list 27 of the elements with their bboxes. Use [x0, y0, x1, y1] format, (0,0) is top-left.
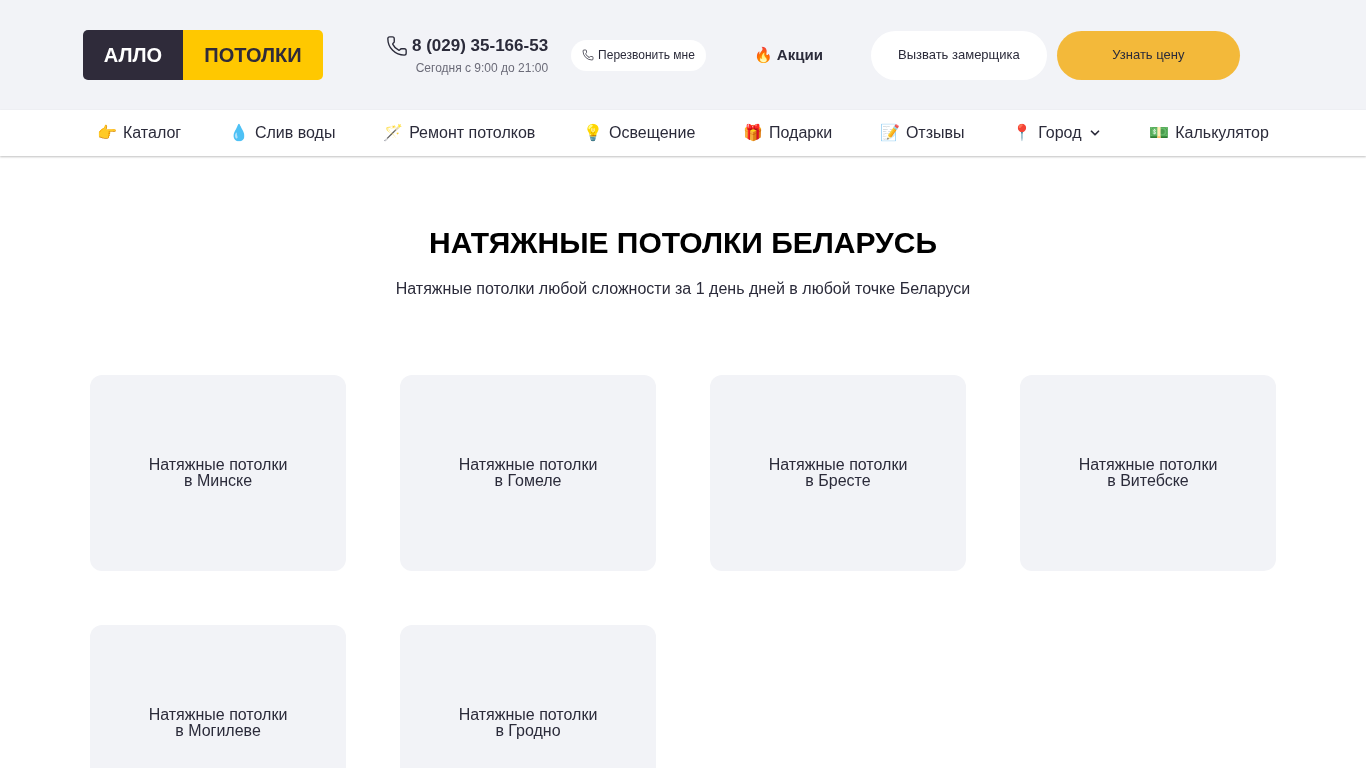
city-card[interactable]: Натяжные потолки в Гродно [400, 625, 656, 768]
nav-link[interactable]: 💵 Калькулятор [1149, 121, 1269, 145]
page-subtitle: Натяжные потолки любой сложности за 1 день дней в любой точке Беларуси [395, 279, 971, 299]
phone-icon [582, 49, 595, 61]
nav-link[interactable]: 👉 Каталог [97, 121, 182, 145]
city-card[interactable]: Натяжные потолки в Минске [90, 375, 346, 571]
city-card[interactable]: Натяжные потолки в Бресте [710, 375, 966, 571]
nav-link[interactable]: 🎁 Подарки [743, 121, 833, 145]
promo-link[interactable]: 🔥 Акции [753, 43, 823, 67]
nav-link[interactable]: 💡 Освещение [583, 121, 696, 145]
city-card[interactable]: Натяжные потолки в Могилеве [90, 625, 346, 768]
city-card[interactable]: Натяжные потолки в Гомеле [400, 375, 656, 571]
logo-text: АЛЛО [83, 30, 183, 80]
logo-text: ПОТОЛКИ [183, 30, 323, 80]
city-card[interactable]: Натяжные потолки в Витебске [1020, 375, 1276, 571]
working-hours: Сегодня с 9:00 до 21:00 [415, 59, 549, 77]
phone-icon [386, 35, 408, 57]
nav-link[interactable]: 📍 Город [1012, 121, 1102, 145]
page-title: НАТЯЖНЫЕ ПОТОЛКИ БЕЛАРУСЬ [429, 225, 937, 261]
measurer-button[interactable]: Вызвать замерщика [870, 30, 1047, 80]
nav-link[interactable]: 💧 Слив воды [228, 121, 336, 145]
logo[interactable]: АЛЛО ПОТОЛКИ [83, 30, 323, 80]
price-button[interactable]: Узнать цену [1056, 30, 1240, 80]
nav-link[interactable]: 🪄 Ремонт потолков [383, 121, 536, 145]
callback-button[interactable]: Перезвонить мне [571, 39, 706, 71]
nav-link[interactable]: 📝 Отзывы [879, 121, 965, 145]
phone-number[interactable]: 8 (029) 35-166-53 [412, 33, 549, 59]
